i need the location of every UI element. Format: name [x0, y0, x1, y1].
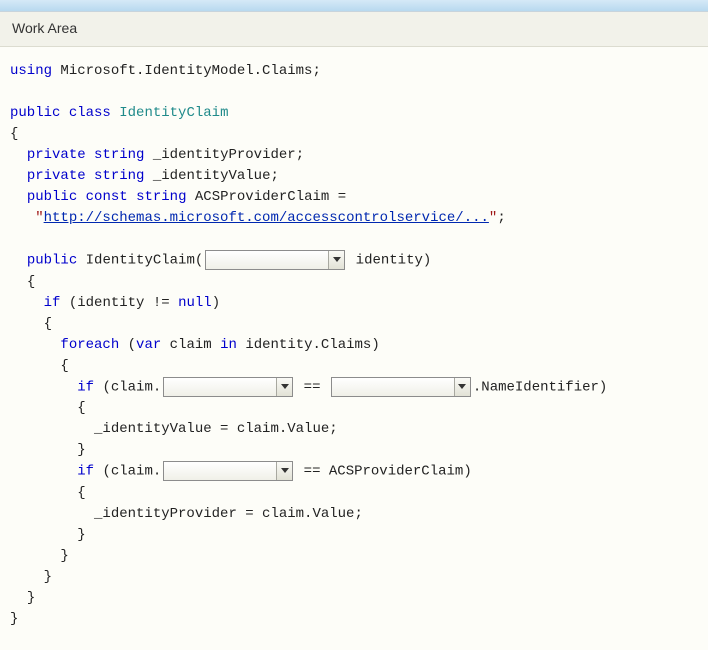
ctor-name: IdentityClaim	[86, 253, 195, 269]
keyword-public: public	[10, 105, 60, 121]
assign-identity-provider: _identityProvider = claim.Value;	[94, 506, 363, 522]
semicolon: ;	[296, 147, 304, 163]
brace-close: }	[44, 569, 52, 585]
keyword-private: private	[27, 168, 86, 184]
brace-close: }	[60, 548, 68, 564]
chevron-down-icon	[454, 378, 470, 396]
brace-open: {	[77, 400, 85, 416]
paren-close: )	[423, 253, 431, 269]
keyword-const: const	[86, 189, 128, 205]
brace-open: {	[60, 358, 68, 374]
brace-close: }	[77, 442, 85, 458]
chevron-down-icon	[276, 462, 292, 480]
field-identity-provider: _identityProvider	[153, 147, 296, 163]
string-quote-open: "	[35, 210, 43, 226]
loop-source: identity.Claims	[245, 337, 371, 353]
keyword-private: private	[27, 147, 86, 163]
brace-open: {	[44, 316, 52, 332]
keyword-string: string	[94, 168, 144, 184]
keyword-public: public	[27, 189, 77, 205]
dropdown-param-type[interactable]	[205, 250, 345, 270]
keyword-null: null	[178, 295, 212, 311]
brace-open: {	[27, 274, 35, 290]
paren-open: (	[102, 379, 110, 395]
brace-close: }	[10, 611, 18, 627]
keyword-class: class	[69, 105, 111, 121]
paren-open: (	[69, 295, 77, 311]
semicolon: ;	[497, 210, 505, 226]
keyword-if: if	[77, 464, 94, 480]
brace-close: }	[77, 527, 85, 543]
claim-access: claim.	[111, 379, 161, 395]
field-identity-value: _identityValue	[153, 168, 271, 184]
param-name: identity	[356, 253, 423, 269]
chevron-down-icon	[328, 251, 344, 269]
paren-close: )	[212, 295, 220, 311]
dropdown-claim-property-1[interactable]	[163, 377, 293, 397]
name-identifier-suffix: .NameIdentifier	[473, 379, 599, 395]
dropdown-compare-value-1[interactable]	[331, 377, 471, 397]
keyword-using: using	[10, 63, 52, 79]
keyword-foreach: foreach	[60, 337, 119, 353]
eqeq-operator: ==	[304, 464, 321, 480]
brace-close: }	[27, 590, 35, 606]
eqeq-operator: ==	[304, 379, 321, 395]
chevron-down-icon	[276, 378, 292, 396]
keyword-in: in	[220, 337, 237, 353]
claim-access: claim.	[111, 464, 161, 480]
brace-open: {	[77, 485, 85, 501]
paren-close: )	[463, 464, 471, 480]
loop-var: claim	[170, 337, 212, 353]
const-url[interactable]: http://schemas.microsoft.com/accesscontr…	[44, 210, 489, 226]
work-area-header: Work Area	[0, 12, 708, 47]
semicolon: ;	[312, 63, 320, 79]
brace-open: {	[10, 126, 18, 142]
namespace: Microsoft.IdentityModel.Claims	[60, 63, 312, 79]
paren-open: (	[195, 253, 203, 269]
keyword-if: if	[44, 295, 61, 311]
equals: =	[338, 189, 346, 205]
paren-open: (	[102, 464, 110, 480]
keyword-string: string	[136, 189, 186, 205]
assign-identity-value: _identityValue = claim.Value;	[94, 421, 338, 437]
neq-operator: !=	[153, 295, 170, 311]
const-name: ACSProviderClaim	[195, 189, 329, 205]
acs-provider-claim-ref: ACSProviderClaim	[329, 464, 463, 480]
if-subject: identity	[77, 295, 144, 311]
paren-open: (	[128, 337, 136, 353]
paren-close: )	[599, 379, 607, 395]
paren-close: )	[371, 337, 379, 353]
keyword-public: public	[27, 253, 77, 269]
semicolon: ;	[270, 168, 278, 184]
top-accent-bar	[0, 0, 708, 12]
dropdown-claim-property-2[interactable]	[163, 461, 293, 481]
keyword-var: var	[136, 337, 161, 353]
code-editor: using Microsoft.IdentityModel.Claims; pu…	[0, 47, 708, 650]
class-name: IdentityClaim	[119, 105, 228, 121]
keyword-string: string	[94, 147, 144, 163]
header-title: Work Area	[12, 20, 77, 36]
keyword-if: if	[77, 379, 94, 395]
